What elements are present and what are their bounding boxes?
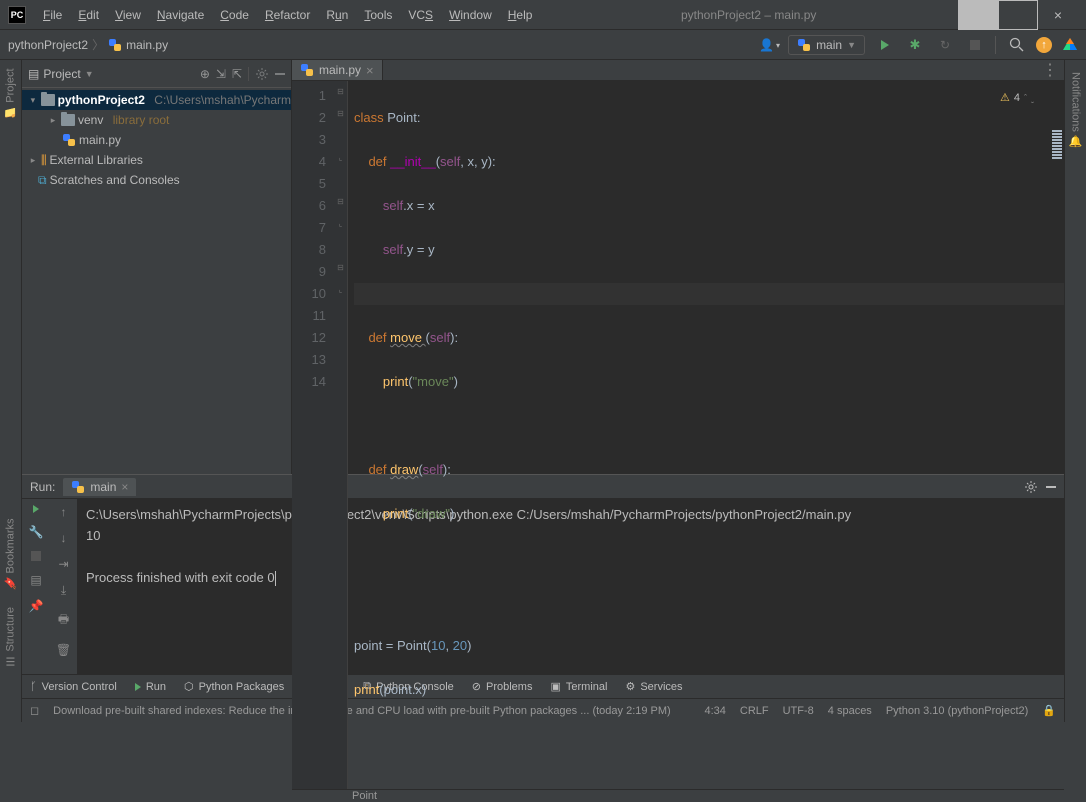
- tool-settings-icon[interactable]: 🔧: [29, 525, 44, 539]
- python-file-icon: [300, 63, 314, 77]
- pin-icon[interactable]: 📌: [29, 599, 44, 613]
- editor: main.py × ⋮ 1234567891011121314 ⊟⊟⌞⊟⌞⊟⌞ …: [292, 60, 1064, 474]
- branch-icon: ᚴ: [30, 681, 37, 693]
- right-tool-stripe: Notifications 🔔: [1064, 60, 1086, 722]
- close-button[interactable]: ×: [1038, 0, 1078, 30]
- editor-tabs: main.py × ⋮: [292, 60, 1064, 81]
- menu-refactor[interactable]: Refactor: [258, 4, 317, 26]
- expand-all-icon[interactable]: ⇲: [216, 67, 226, 81]
- python-file-icon: [62, 133, 76, 147]
- menu-file[interactable]: File: [36, 4, 69, 26]
- up-icon[interactable]: ↑: [61, 505, 67, 519]
- tool-run[interactable]: Run: [135, 681, 166, 693]
- tree-node-scratches[interactable]: ⧉ Scratches and Consoles: [22, 170, 291, 190]
- soft-wrap-icon[interactable]: ⇥: [58, 557, 68, 571]
- debug-button[interactable]: ✱: [905, 35, 925, 55]
- menu-window[interactable]: Window: [442, 4, 499, 26]
- python-file-icon: [797, 38, 811, 52]
- library-icon: ⫼: [41, 153, 47, 168]
- error-stripe[interactable]: [1052, 85, 1062, 204]
- menu-edit[interactable]: Edit: [71, 4, 106, 26]
- run-button[interactable]: [875, 35, 895, 55]
- print-icon[interactable]: 🖶: [58, 610, 69, 631]
- menu-view[interactable]: View: [108, 4, 148, 26]
- search-everywhere-button[interactable]: [1006, 35, 1026, 55]
- close-tab-icon[interactable]: ×: [366, 63, 374, 78]
- editor-tab-mainpy[interactable]: main.py ×: [292, 60, 383, 80]
- run-config-name: main: [816, 38, 842, 52]
- code-area[interactable]: class Point: def __init__(self, x, y): s…: [348, 81, 1064, 789]
- run-panel-label: Run:: [30, 480, 55, 494]
- jetbrains-toolbox-icon[interactable]: [1062, 37, 1078, 53]
- inspection-widget[interactable]: ⚠ 4 ˆˬ: [1000, 87, 1034, 109]
- menu-help[interactable]: Help: [501, 4, 540, 26]
- tree-node-project-root[interactable]: ▾ pythonProject2 C:\Users\mshah\Pycharm: [22, 90, 291, 110]
- hide-button[interactable]: [275, 73, 285, 75]
- run-config-selector[interactable]: main ▼: [788, 35, 865, 55]
- settings-icon[interactable]: [255, 67, 269, 81]
- tree-node-mainpy[interactable]: main.py: [22, 130, 291, 150]
- folder-icon: [41, 94, 55, 106]
- breadcrumb: pythonProject2 〉 main.py: [8, 36, 168, 53]
- menu-navigate[interactable]: Navigate: [150, 4, 211, 26]
- menu-code[interactable]: Code: [213, 4, 256, 26]
- menu-vcs[interactable]: VCS: [401, 4, 440, 26]
- collapse-all-icon[interactable]: ⇱: [232, 67, 242, 81]
- ide-updates-icon[interactable]: ↑: [1036, 37, 1052, 53]
- breadcrumb-project[interactable]: pythonProject2: [8, 38, 88, 52]
- tool-windows-icon[interactable]: ◻: [30, 704, 39, 717]
- python-file-icon: [71, 480, 85, 494]
- clear-icon[interactable]: 🗑: [56, 643, 71, 657]
- minimize-button[interactable]: [958, 0, 998, 30]
- main-menu: File Edit View Navigate Code Refactor Ru…: [36, 4, 539, 26]
- breadcrumb-file[interactable]: main.py: [126, 38, 168, 52]
- fold-gutter[interactable]: ⊟⊟⌞⊟⌞⊟⌞: [334, 81, 348, 789]
- python-file-icon: [108, 38, 122, 52]
- run-icon: [135, 683, 141, 691]
- left-tool-stripe: 📁 Project 🔖 Bookmarks ☰ Structure: [0, 60, 22, 722]
- tree-node-venv[interactable]: ▸ venv library root: [22, 110, 291, 130]
- code-with-me-icon[interactable]: 👤: [759, 38, 778, 52]
- rerun-button[interactable]: [33, 505, 39, 513]
- stop-button[interactable]: [31, 551, 41, 561]
- navigation-bar: pythonProject2 〉 main.py 👤 main ▼ ✱ ↻ ↑: [0, 30, 1086, 60]
- window-title: pythonProject2 – main.py: [539, 8, 958, 22]
- scroll-to-end-icon[interactable]: ⤓: [61, 583, 66, 598]
- editor-tab-label: main.py: [319, 63, 361, 77]
- scratches-icon: ⧉: [38, 173, 47, 188]
- run-tab-main[interactable]: main ×: [63, 478, 136, 496]
- package-icon: ⬡: [184, 680, 194, 693]
- more-icon[interactable]: ⋮: [1042, 60, 1058, 80]
- tool-version-control[interactable]: ᚴVersion Control: [30, 681, 117, 693]
- editor-breadcrumbs[interactable]: Point: [292, 789, 1064, 802]
- layout-icon[interactable]: ▤: [30, 573, 41, 587]
- title-bar: PC File Edit View Navigate Code Refactor…: [0, 0, 1086, 30]
- folder-icon: ▤: [28, 67, 39, 81]
- chevron-down-icon[interactable]: ▼: [85, 69, 94, 79]
- tree-node-external-libraries[interactable]: ▸⫼ External Libraries: [22, 150, 291, 170]
- run-coverage-button[interactable]: ↻: [935, 35, 955, 55]
- tool-bookmarks[interactable]: 🔖 Bookmarks: [4, 514, 17, 593]
- line-number-gutter: 1234567891011121314: [292, 81, 334, 789]
- maximize-button[interactable]: [998, 0, 1038, 30]
- app-icon: PC: [8, 6, 26, 24]
- tool-project[interactable]: 📁 Project: [4, 64, 17, 123]
- project-panel-title: Project: [43, 67, 80, 81]
- warning-icon: ⚠: [1000, 87, 1010, 109]
- select-opened-file-icon[interactable]: ⊕: [200, 67, 210, 81]
- tool-structure[interactable]: ☰ Structure: [4, 603, 17, 672]
- stop-button[interactable]: [965, 35, 985, 55]
- folder-icon: [61, 114, 75, 126]
- project-tree[interactable]: ▾ pythonProject2 C:\Users\mshah\Pycharm …: [22, 88, 291, 474]
- tool-python-packages[interactable]: ⬡Python Packages: [184, 680, 284, 693]
- menu-run[interactable]: Run: [319, 4, 355, 26]
- project-tool-window: ▤ Project ▼ ⊕ ⇲ ⇱: [22, 60, 292, 474]
- down-icon[interactable]: ↓: [61, 531, 67, 545]
- menu-tools[interactable]: Tools: [357, 4, 399, 26]
